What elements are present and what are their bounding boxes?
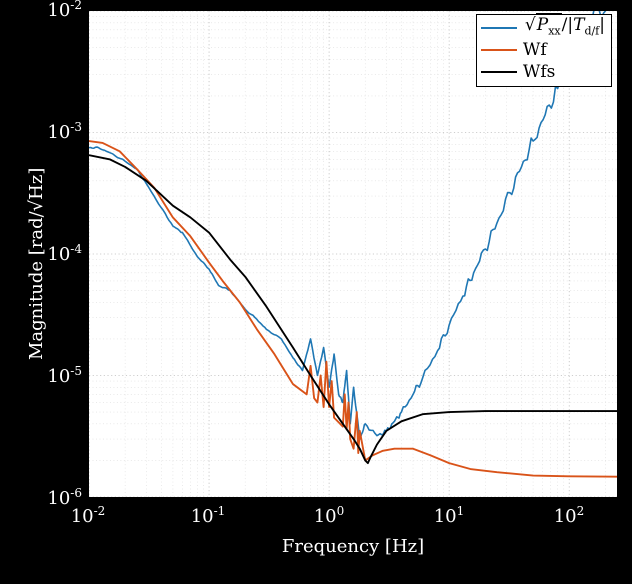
ytick-label: 10-2	[12, 0, 82, 21]
legend-item: Wfs	[481, 61, 605, 83]
figure: Magnitude [rad/√Hz] Frequency [Hz] 10-6 …	[0, 0, 632, 584]
xtick-label: 10-1	[188, 504, 228, 527]
xtick-label: 101	[429, 504, 469, 527]
ytick-label: 10-5	[12, 364, 82, 387]
legend-swatch	[481, 49, 517, 51]
xtick-label: 100	[309, 504, 349, 527]
xtick-label: 10-2	[68, 504, 108, 527]
ytick-label: 10-4	[12, 242, 82, 265]
legend-swatch	[481, 71, 517, 73]
plot-area: √Pxx/|Td/f| Wf Wfs	[88, 10, 618, 498]
legend-item: √Pxx/|Td/f|	[481, 17, 605, 39]
ytick-label: 10-3	[12, 120, 82, 143]
xtick-label: 102	[549, 504, 589, 527]
legend-label: √Pxx/|Td/f|	[523, 13, 605, 42]
legend-label: Wfs	[523, 61, 556, 83]
legend: √Pxx/|Td/f| Wf Wfs	[476, 14, 612, 87]
legend-swatch	[481, 27, 517, 29]
x-axis-label: Frequency [Hz]	[88, 536, 618, 557]
